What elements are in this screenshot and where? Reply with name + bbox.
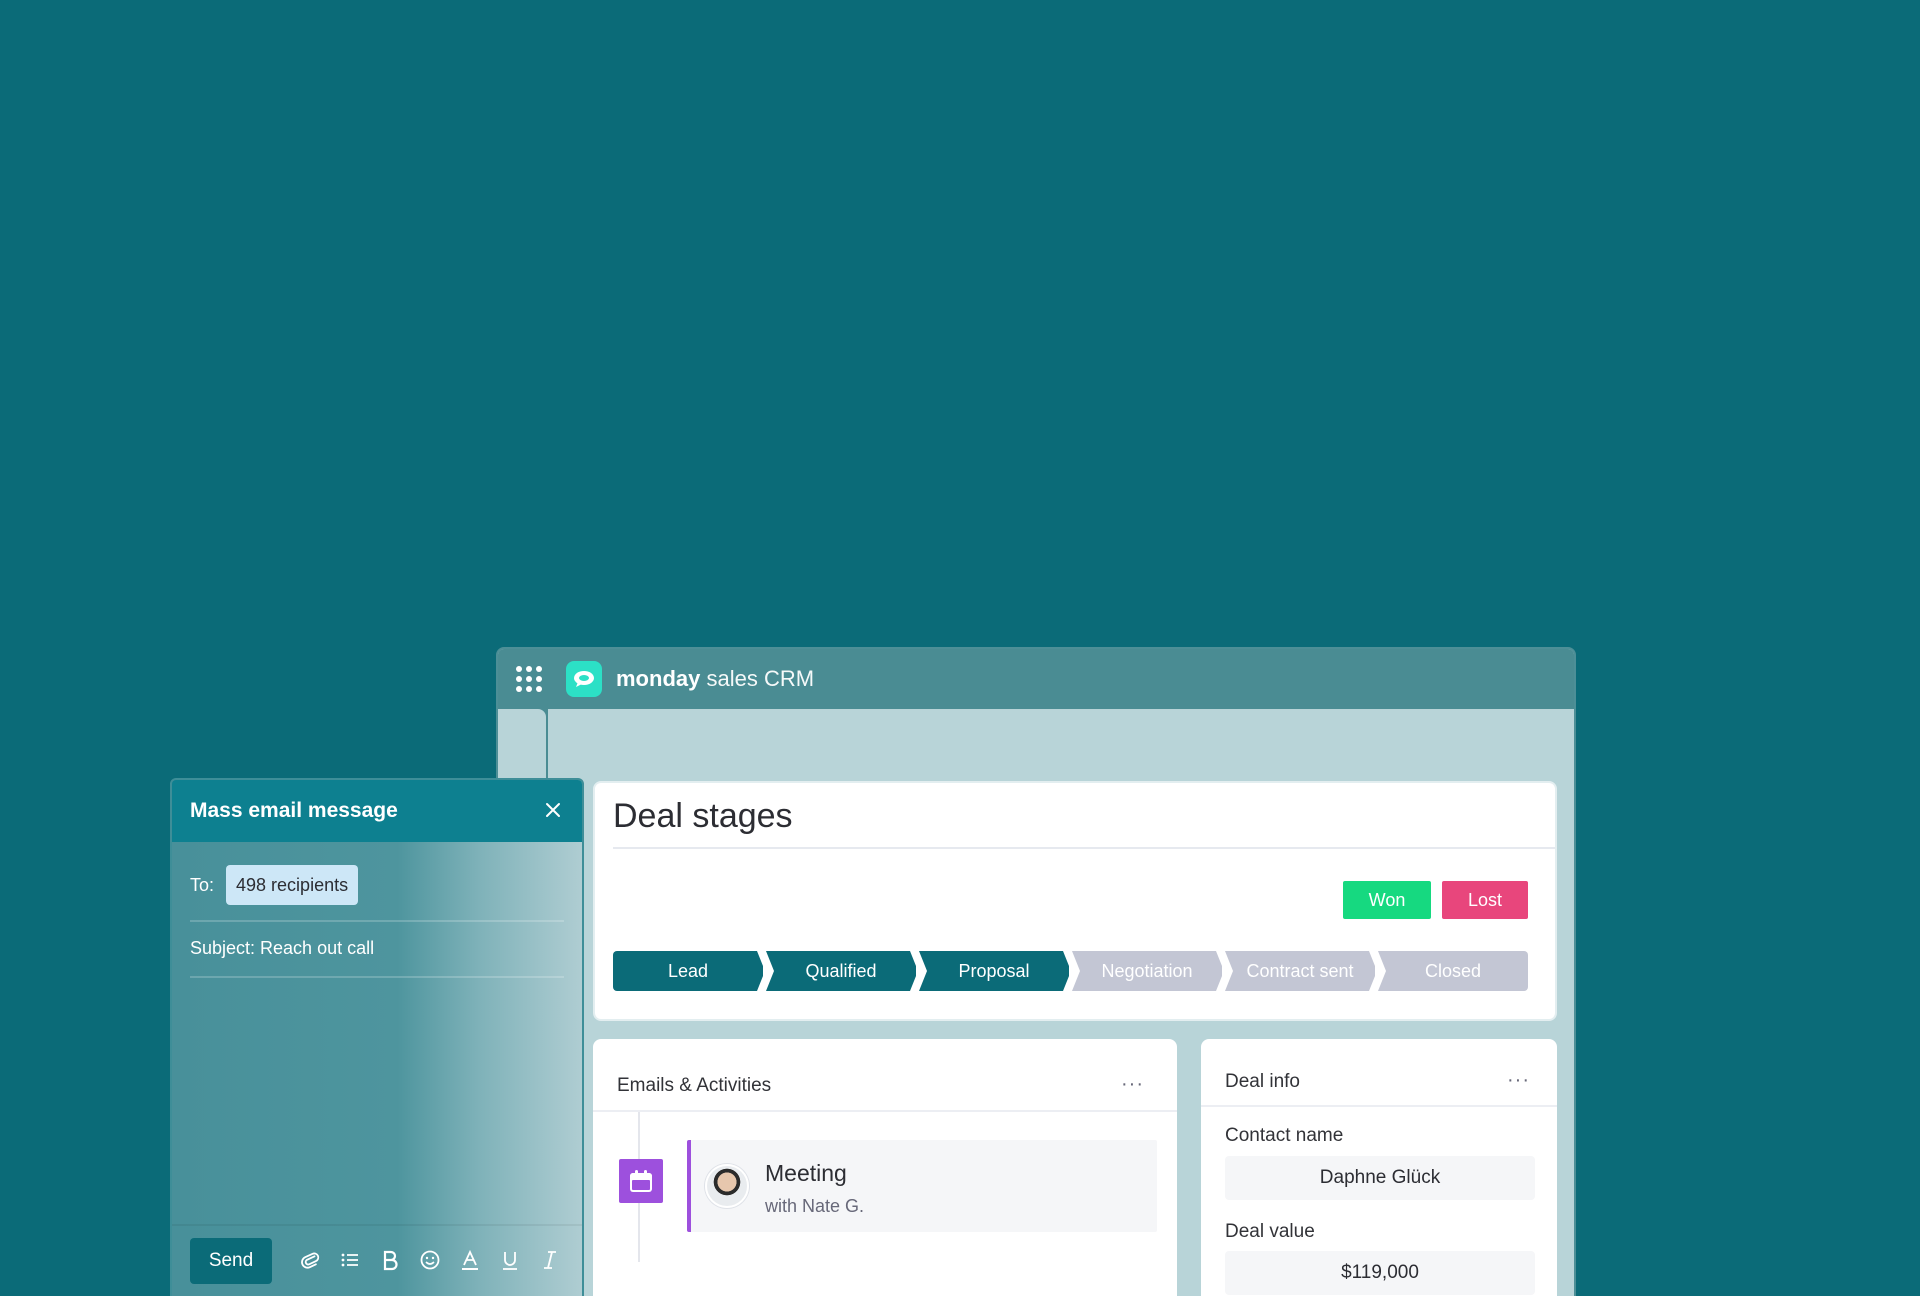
stage-proposal[interactable]: Proposal: [919, 951, 1069, 991]
deal-info-title: Deal info: [1225, 1071, 1300, 1092]
app-title-brand: monday: [616, 666, 701, 691]
divider: [190, 920, 564, 922]
send-button[interactable]: Send: [190, 1238, 272, 1284]
mass-email-panel: Mass email message To: 498 recipients Su…: [170, 778, 584, 1296]
contact-name-field[interactable]: Daphne Glück: [1225, 1156, 1535, 1200]
stage-bar: Lead Qualified Proposal Negotiation Cont…: [613, 951, 1531, 991]
to-label: To:: [190, 874, 215, 895]
paperclip-icon[interactable]: [296, 1246, 324, 1274]
stage-negotiation[interactable]: Negotiation: [1072, 951, 1222, 991]
bold-icon[interactable]: [376, 1246, 404, 1274]
app-title: monday sales CRM: [616, 666, 814, 692]
text-color-icon[interactable]: [456, 1246, 484, 1274]
deal-stages-card: Deal stages Won Lost Lead Qualified Prop…: [593, 781, 1557, 1021]
activities-title: Emails & Activities: [617, 1075, 772, 1096]
stage-closed[interactable]: Closed: [1378, 951, 1528, 991]
stage-lead[interactable]: Lead: [613, 951, 763, 991]
avatar: [705, 1164, 749, 1208]
recipients-chip[interactable]: 498 recipients: [226, 865, 359, 905]
calendar-icon: [619, 1159, 663, 1203]
close-icon[interactable]: [542, 799, 564, 821]
activity-title: Meeting: [765, 1160, 847, 1186]
activities-more-icon[interactable]: ···: [1121, 1073, 1144, 1096]
underline-icon[interactable]: [496, 1246, 524, 1274]
deal-value-field[interactable]: $119,000: [1225, 1251, 1535, 1295]
activities-card: Emails & Activities ··· Meeting with Nat…: [593, 1039, 1177, 1296]
crm-topbar: monday sales CRM: [498, 649, 1574, 709]
divider: [593, 1110, 1177, 1112]
subject-field[interactable]: Subject: Reach out call: [190, 938, 374, 959]
divider: [613, 847, 1555, 849]
deal-info-card: Deal info ··· Contact name Daphne Glück …: [1201, 1039, 1557, 1296]
email-header: Mass email message: [172, 780, 582, 842]
list-icon[interactable]: [336, 1246, 364, 1274]
contact-name-label: Contact name: [1225, 1125, 1344, 1146]
won-button[interactable]: Won: [1343, 881, 1431, 919]
lost-button[interactable]: Lost: [1442, 881, 1528, 919]
activity-item-meeting[interactable]: Meeting with Nate G.: [687, 1140, 1157, 1232]
deal-value-label: Deal value: [1225, 1221, 1315, 1242]
formatting-toolbar: [296, 1246, 576, 1274]
apps-grid-icon[interactable]: [516, 666, 542, 692]
stage-qualified[interactable]: Qualified: [766, 951, 916, 991]
deal-stages-title: Deal stages: [613, 797, 793, 835]
divider: [190, 976, 564, 978]
divider: [1201, 1105, 1557, 1107]
app-title-product: sales CRM: [700, 666, 815, 691]
stage-contract-sent[interactable]: Contract sent: [1225, 951, 1375, 991]
activity-subtitle: with Nate G.: [765, 1196, 865, 1216]
deal-info-more-icon[interactable]: ···: [1507, 1069, 1530, 1092]
to-row: To: 498 recipients: [190, 865, 359, 905]
monday-logo-icon: [566, 661, 602, 697]
email-title: Mass email message: [190, 799, 398, 822]
emoji-icon[interactable]: [416, 1246, 444, 1274]
divider: [172, 1224, 582, 1226]
italic-icon[interactable]: [536, 1246, 564, 1274]
